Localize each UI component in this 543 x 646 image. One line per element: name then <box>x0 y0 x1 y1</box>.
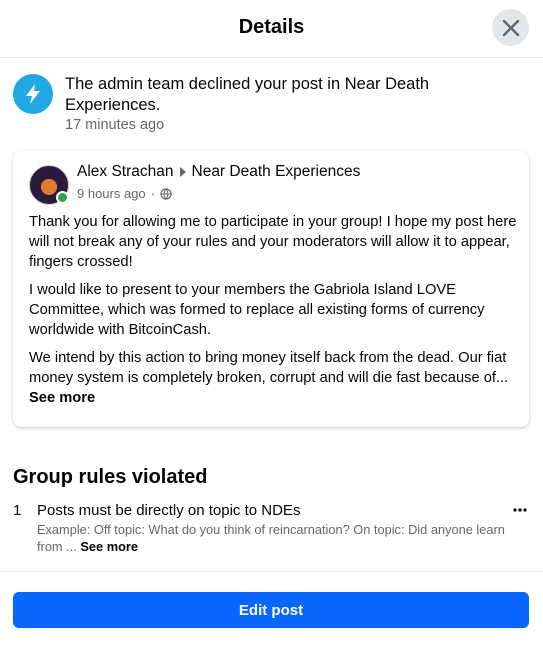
post-paragraph-text: We intend by this action to bring money … <box>29 350 509 386</box>
close-button[interactable] <box>492 9 529 46</box>
see-more-link[interactable]: See more <box>29 390 95 406</box>
rule-see-more-link[interactable]: See more <box>80 539 138 554</box>
notification-text: The admin team declined your post in Nea… <box>65 75 430 114</box>
footer-divider <box>0 571 543 572</box>
close-icon <box>502 19 519 36</box>
post-meta: 9 hours ago · <box>77 186 172 201</box>
post-time[interactable]: 9 hours ago <box>77 186 146 201</box>
rule-number: 1 <box>13 502 22 519</box>
lightning-bolt-icon <box>13 74 53 114</box>
post-group-name[interactable]: Near Death Experiences <box>192 163 361 181</box>
post-author-name[interactable]: Alex Strachan <box>77 163 174 181</box>
post-card: Alex Strachan Near Death Experiences 9 h… <box>13 151 529 427</box>
post-author-line: Alex Strachan Near Death Experiences <box>77 163 360 181</box>
rule-description: Example: Off topic: What do you think of… <box>37 522 527 555</box>
post-body: Thank you for allowing me to participate… <box>29 212 521 416</box>
notification-time: 17 minutes ago <box>65 117 165 133</box>
dialog-title: Details <box>238 16 305 38</box>
caret-right-icon <box>179 167 186 177</box>
online-status-dot <box>56 191 69 204</box>
post-paragraph: Thank you for allowing me to participate… <box>29 214 517 270</box>
meta-separator: · <box>150 186 156 201</box>
more-options-button[interactable] <box>510 500 530 520</box>
rules-section-title: Group rules violated <box>13 466 208 488</box>
post-paragraph: I would like to present to your members … <box>29 282 485 338</box>
rule-title: Posts must be directly on topic to NDEs <box>37 502 301 519</box>
edit-post-button[interactable]: Edit post <box>13 592 529 628</box>
globe-icon <box>160 187 172 200</box>
post-paragraph-last: We intend by this action to bring money … <box>29 348 521 408</box>
more-horizontal-icon <box>513 508 527 512</box>
dialog-header: Details <box>0 0 543 58</box>
